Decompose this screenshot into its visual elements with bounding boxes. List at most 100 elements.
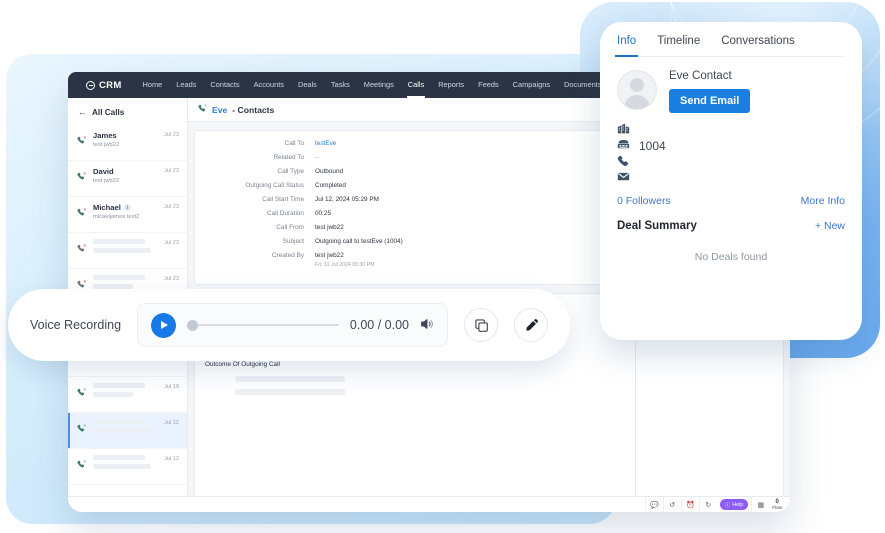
add-new-deal-link[interactable]: + New — [815, 220, 845, 232]
followers-link[interactable]: 0 Followers — [617, 195, 671, 207]
list-item-date: Jul 12 — [164, 420, 179, 426]
pencil-icon[interactable] — [514, 308, 548, 342]
nav-item-calls[interactable]: Calls — [401, 72, 431, 98]
tab-conversations[interactable]: Conversations — [721, 35, 795, 56]
list-item-date: Jul 23 — [164, 168, 179, 174]
arrow-left-icon[interactable]: ← — [78, 107, 87, 117]
nav-item-meetings[interactable]: Meetings — [357, 72, 401, 98]
list-item[interactable]: Jul 19 — [68, 377, 187, 413]
field-label: Call Duration — [267, 210, 304, 217]
list-item-date: Jul 12 — [164, 456, 179, 462]
list-item[interactable]: Jul 23 — [68, 233, 187, 269]
skeleton-line — [93, 239, 145, 244]
play-icon[interactable] — [151, 312, 177, 338]
field-value: test jwb22 — [315, 252, 344, 259]
nav-item-contacts[interactable]: Contacts — [203, 72, 246, 98]
voice-recording-label: Voice Recording — [30, 318, 122, 332]
list-item[interactable]: James test jwb22 Jul 23 — [68, 125, 187, 161]
list-item-date: Jul 23 — [164, 132, 179, 138]
nav-item-tasks[interactable]: Tasks — [324, 72, 357, 98]
contact-info-panel: Info Timeline Conversations Eve Contact … — [600, 22, 862, 340]
field-label: Outgoing Call Status — [245, 182, 304, 189]
phone-outgoing-icon — [77, 131, 88, 154]
crm-brand: CRM — [86, 80, 122, 91]
skeleton-line — [93, 428, 152, 433]
all-calls-header[interactable]: ← All Calls — [68, 98, 187, 125]
phone-outgoing-icon — [77, 383, 88, 406]
flow-indicator[interactable]: 0 Flow — [769, 499, 782, 510]
history-icon[interactable]: ↻ — [698, 497, 717, 512]
field-value: 00:25 — [315, 210, 331, 217]
alarm-icon[interactable]: ⏰ — [680, 497, 699, 512]
tab-info[interactable]: Info — [614, 35, 639, 58]
contact-mobile-row — [617, 154, 845, 170]
no-deals-message: No Deals found — [694, 251, 768, 263]
deal-summary-title: Deal Summary — [617, 220, 697, 232]
volume-icon[interactable] — [420, 317, 434, 334]
contact-summary-body: Eve Contact Send Email — [669, 70, 751, 113]
field-value[interactable]: testEve — [315, 140, 336, 148]
audio-player: 0.00 / 0.00 — [137, 303, 448, 347]
nav-item-home[interactable]: Home — [136, 72, 170, 98]
phone-outgoing-icon — [77, 167, 88, 190]
field-label: Subject — [282, 238, 304, 245]
list-item-body: David test jwb22 — [93, 167, 159, 190]
list-item-body — [93, 383, 159, 406]
more-info-link[interactable]: More Info — [801, 195, 845, 207]
contact-phone-row: 1004 — [617, 138, 845, 154]
nav-item-accounts[interactable]: Accounts — [247, 72, 291, 98]
progress-track — [187, 324, 339, 326]
field-value-timestamp: Fri, 12 Jul 2024 05:30 PM — [315, 261, 375, 268]
phone-call-icon — [198, 104, 207, 115]
list-item[interactable]: Jul 12 — [68, 449, 187, 485]
help-button[interactable]: ⓘ Help — [719, 499, 749, 510]
tab-timeline[interactable]: Timeline — [657, 35, 700, 56]
contact-email-row — [617, 170, 845, 186]
field-label: Call To — [284, 140, 304, 147]
nav-item-feeds[interactable]: Feeds — [471, 72, 506, 98]
field-value: -- — [315, 154, 320, 161]
copy-icon[interactable] — [464, 308, 498, 342]
list-item-body — [93, 419, 159, 442]
crm-circle-logo-icon — [86, 80, 95, 90]
nav-item-campaigns[interactable]: Campaigns — [506, 72, 557, 98]
deal-summary-header: Deal Summary + New — [617, 220, 845, 232]
status-bar: 💬 ↺ ⏰ ↻ ⓘ Help ▦ 0 Flow — [68, 496, 790, 512]
audio-progress-slider[interactable] — [187, 319, 339, 331]
list-item-date: Jul 23 — [164, 240, 179, 246]
progress-knob[interactable] — [187, 319, 199, 331]
list-item[interactable]: Michael i micaeljames test2 Jul 23 — [68, 197, 187, 233]
list-item-subtitle: test jwb22 — [93, 178, 120, 184]
phone-outgoing-icon — [77, 455, 88, 478]
nav-item-deals[interactable]: Deals — [291, 72, 324, 98]
phone-outgoing-icon — [77, 419, 88, 442]
list-item-name: James — [93, 131, 117, 140]
envelope-icon — [617, 170, 630, 186]
list-item-body: James test jwb22 — [93, 131, 159, 154]
field-label: Created By — [272, 252, 304, 259]
brand-label: CRM — [99, 79, 122, 91]
send-email-button[interactable]: Send Email — [669, 89, 751, 113]
field-value: Jul 12, 2024 05:29 PM — [315, 196, 379, 203]
contact-phone-value: 1004 — [639, 139, 666, 153]
skeleton-line — [235, 376, 345, 382]
list-item-selected[interactable]: Jul 12 — [68, 413, 187, 449]
skeleton-line — [93, 455, 145, 460]
building-icon — [617, 122, 630, 138]
grid-icon[interactable]: ▦ — [751, 497, 769, 512]
list-item-body — [93, 455, 159, 478]
list-item-name: David — [93, 167, 114, 176]
list-item[interactable]: David test jwb22 Jul 23 — [68, 161, 187, 197]
undo-icon[interactable]: ↺ — [662, 497, 681, 512]
chat-icon[interactable]: 💬 — [644, 497, 663, 512]
phone-missed-icon — [77, 239, 88, 262]
nav-item-reports[interactable]: Reports — [431, 72, 471, 98]
skeleton-line — [93, 419, 145, 424]
contact-company-row — [617, 122, 845, 138]
detail-title-contact[interactable]: Eve — [212, 105, 227, 115]
nav-item-leads[interactable]: Leads — [169, 72, 203, 98]
list-item-name: Michael i — [93, 203, 159, 212]
panel-tabs: Info Timeline Conversations — [614, 22, 845, 58]
audio-time: 0.00 / 0.00 — [349, 318, 409, 332]
list-item-date: Jul 23 — [164, 204, 179, 210]
